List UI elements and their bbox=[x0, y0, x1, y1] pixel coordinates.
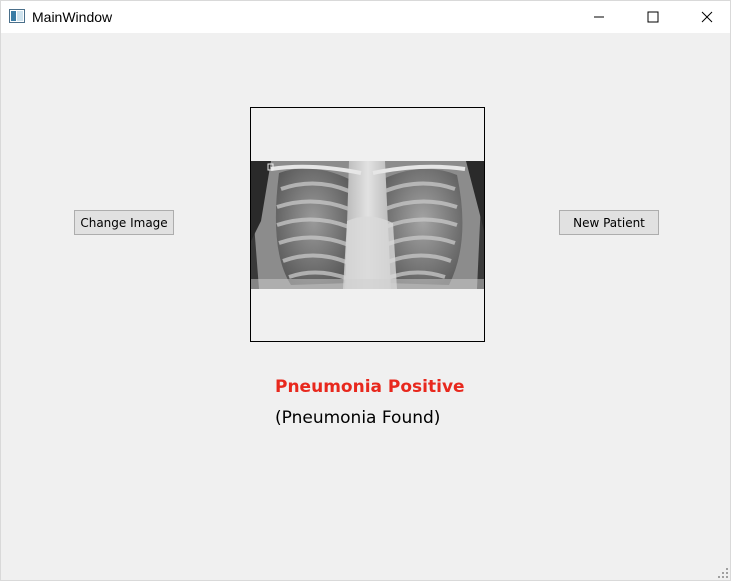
window-title: MainWindow bbox=[32, 9, 113, 25]
maximize-button[interactable] bbox=[630, 1, 676, 33]
close-button[interactable] bbox=[684, 1, 730, 33]
app-window-icon bbox=[9, 9, 25, 23]
minimize-icon bbox=[594, 16, 604, 18]
close-icon bbox=[701, 11, 713, 23]
resize-grip-icon[interactable] bbox=[718, 568, 728, 578]
diagnosis-result-label: Pneumonia Positive bbox=[275, 377, 465, 397]
diagnosis-detail-label: (Pneumonia Found) bbox=[275, 408, 441, 428]
main-window: MainWindow Change Image New Patient Pneu… bbox=[0, 0, 731, 581]
change-image-button[interactable]: Change Image bbox=[74, 210, 174, 235]
chest-xray-image bbox=[251, 161, 484, 289]
maximize-icon bbox=[647, 11, 659, 23]
xray-image-frame bbox=[250, 107, 485, 342]
title-bar[interactable]: MainWindow bbox=[1, 1, 730, 33]
minimize-button[interactable] bbox=[576, 1, 622, 33]
new-patient-button[interactable]: New Patient bbox=[559, 210, 659, 235]
